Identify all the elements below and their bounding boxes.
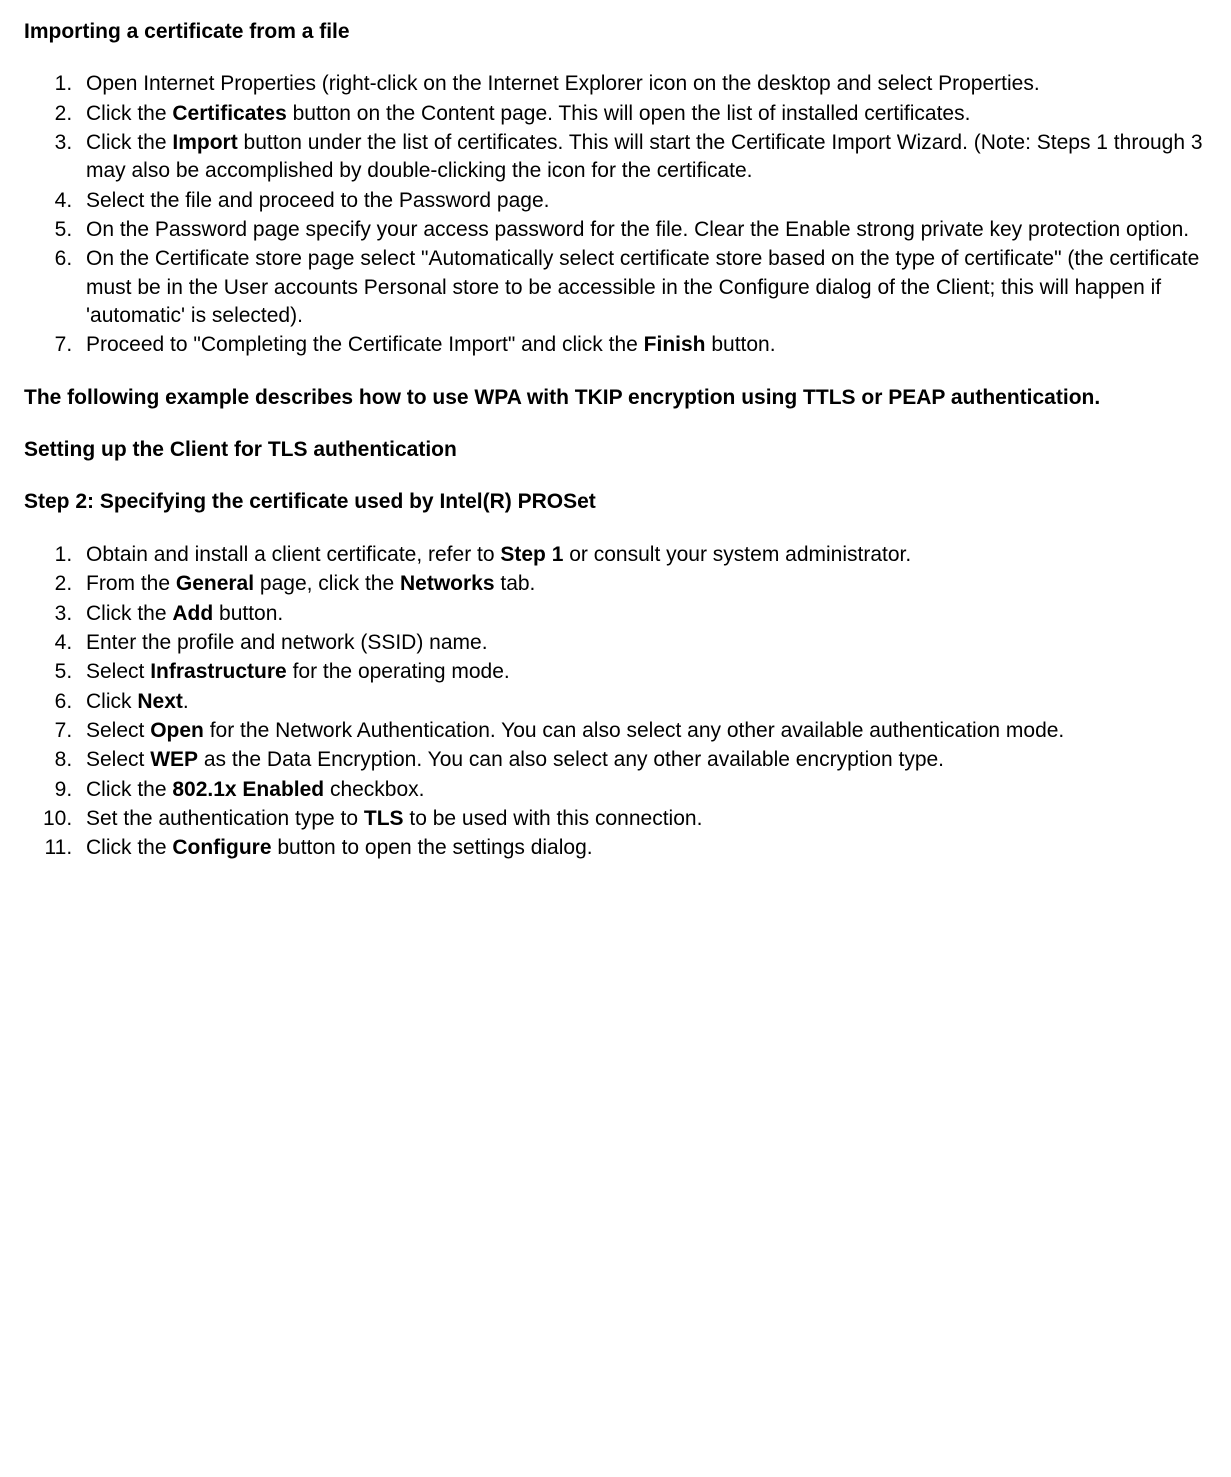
heading-wpa-example: The following example describes how to u…: [24, 384, 1207, 412]
list-item: Proceed to "Completing the Certificate I…: [78, 331, 1207, 359]
text: button.: [213, 602, 283, 625]
list-item: From the General page, click the Network…: [78, 570, 1207, 598]
bold-text: Import: [172, 131, 237, 154]
bold-text: 802.1x Enabled: [172, 778, 324, 801]
bold-text: Networks: [400, 572, 495, 595]
list-item: Click the Configure button to open the s…: [78, 834, 1207, 862]
bold-text: Step 1: [500, 543, 563, 566]
text: Select: [86, 748, 150, 771]
bold-text: Open: [150, 719, 204, 742]
text: Obtain and install a client certificate,…: [86, 543, 500, 566]
text: Proceed to "Completing the Certificate I…: [86, 333, 644, 356]
proset-certificate-steps: Obtain and install a client certificate,…: [24, 541, 1207, 863]
text: or consult your system administrator.: [563, 543, 911, 566]
bold-text: TLS: [364, 807, 404, 830]
import-certificate-steps: Open Internet Properties (right-click on…: [24, 70, 1207, 359]
list-item: Select Infrastructure for the operating …: [78, 658, 1207, 686]
text: button to open the settings dialog.: [272, 836, 593, 859]
bold-text: Next: [137, 690, 183, 713]
text: as the Data Encryption. You can also sel…: [198, 748, 944, 771]
text: .: [183, 690, 189, 713]
text: Select: [86, 660, 150, 683]
bold-text: Infrastructure: [150, 660, 287, 683]
text: button under the list of certificates. T…: [86, 131, 1203, 182]
text: Click the: [86, 102, 172, 125]
text: Click the: [86, 602, 172, 625]
list-item: Click Next.: [78, 688, 1207, 716]
list-item: Click the 802.1x Enabled checkbox.: [78, 776, 1207, 804]
heading-step2: Step 2: Specifying the certificate used …: [24, 488, 1207, 516]
text: button on the Content page. This will op…: [287, 102, 971, 125]
list-item: Obtain and install a client certificate,…: [78, 541, 1207, 569]
list-item: Select Open for the Network Authenticati…: [78, 717, 1207, 745]
bold-text: Finish: [644, 333, 706, 356]
text: page, click the: [254, 572, 400, 595]
list-item: Click the Certificates button on the Con…: [78, 100, 1207, 128]
text: Click: [86, 690, 137, 713]
list-item: On the Password page specify your access…: [78, 216, 1207, 244]
bold-text: WEP: [150, 748, 198, 771]
list-item: Click the Import button under the list o…: [78, 129, 1207, 186]
list-item: Click the Add button.: [78, 600, 1207, 628]
text: for the Network Authentication. You can …: [204, 719, 1064, 742]
text: checkbox.: [324, 778, 424, 801]
list-item: Enter the profile and network (SSID) nam…: [78, 629, 1207, 657]
text: Click the: [86, 131, 172, 154]
text: From the: [86, 572, 176, 595]
text: Select: [86, 719, 150, 742]
list-item: On the Certificate store page select "Au…: [78, 245, 1207, 330]
heading-tls-setup: Setting up the Client for TLS authentica…: [24, 436, 1207, 464]
bold-text: Certificates: [172, 102, 286, 125]
list-item: Select the file and proceed to the Passw…: [78, 187, 1207, 215]
list-item: Set the authentication type to TLS to be…: [78, 805, 1207, 833]
bold-text: Configure: [172, 836, 271, 859]
text: button.: [706, 333, 776, 356]
bold-text: General: [176, 572, 254, 595]
text: Set the authentication type to: [86, 807, 364, 830]
text: tab.: [495, 572, 536, 595]
text: Click the: [86, 836, 172, 859]
heading-importing-certificate: Importing a certificate from a file: [24, 18, 1207, 46]
bold-text: Add: [172, 602, 213, 625]
text: for the operating mode.: [287, 660, 510, 683]
text: to be used with this connection.: [404, 807, 703, 830]
text: Click the: [86, 778, 172, 801]
list-item: Open Internet Properties (right-click on…: [78, 70, 1207, 98]
list-item: Select WEP as the Data Encryption. You c…: [78, 746, 1207, 774]
